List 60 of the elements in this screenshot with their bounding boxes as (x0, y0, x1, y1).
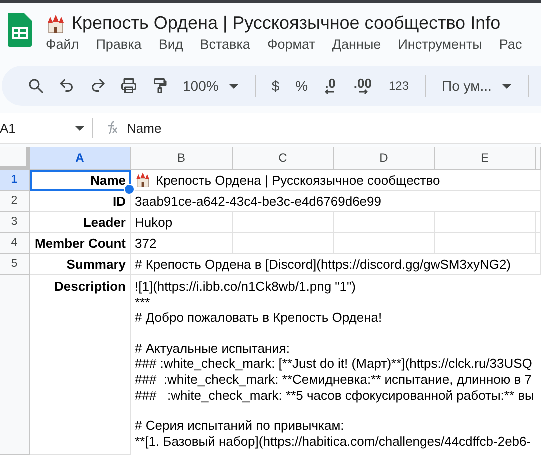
fill-handle[interactable] (124, 184, 135, 195)
percent-button[interactable]: % (288, 72, 316, 100)
column-header[interactable]: E (435, 147, 536, 170)
row-header[interactable]: 5 (0, 254, 30, 275)
column-header[interactable]: C (233, 147, 334, 170)
column-header[interactable]: D (334, 147, 435, 170)
name-box[interactable]: A1 (0, 120, 88, 136)
table-cell: Leader (30, 212, 131, 233)
row-header[interactable]: 1 (0, 170, 30, 191)
zoom-dropdown[interactable]: 100% (175, 72, 247, 100)
row-header[interactable]: 2 (0, 191, 30, 212)
table-cell: Description (30, 275, 131, 455)
number-format-button[interactable]: 123 (380, 72, 418, 100)
left-arrow-icon (325, 88, 336, 94)
description-line: # Актуальные испытания: (135, 340, 290, 356)
row-header[interactable]: 3 (0, 212, 30, 233)
spreadsheet-logo-icon (8, 13, 32, 47)
printer-icon (120, 77, 138, 95)
table-cell: Member Count (30, 233, 131, 254)
description-line: ### :white_check_mark: **5 часов сфокусированной работы:** вы (135, 388, 534, 404)
description-line: # Добро пожаловать в Крепость Ордена! (135, 310, 382, 326)
menu-item[interactable]: Вид (158, 37, 184, 52)
increase-decimal-button[interactable]: .00 (344, 72, 381, 100)
menu-item[interactable]: Инструменты (398, 37, 482, 52)
table-cell: Summary (30, 254, 131, 275)
right-arrow-icon (358, 88, 368, 94)
column-header[interactable]: A (30, 147, 131, 170)
undo-icon (58, 77, 76, 95)
caret-icon (228, 84, 239, 88)
document-title[interactable]: Крепость Ордена | Русскоязычное сообщество Info (72, 13, 501, 34)
description-line: ### :white_check_mark: **Семидневка:** испытание, длинною в 7 (135, 372, 532, 388)
castle-icon (46, 14, 66, 34)
menu-item[interactable]: Данные (332, 37, 382, 52)
menu-item[interactable]: Формат (267, 37, 316, 52)
table-cell: Крепость Ордена | Русскоязычное сообщество (131, 170, 541, 191)
menu-item[interactable]: Вставка (200, 37, 250, 52)
caret-icon (502, 84, 512, 88)
menu-item[interactable]: Файл (46, 37, 80, 52)
description-line: *** (135, 294, 150, 310)
column-header[interactable]: B (131, 147, 233, 170)
caret-icon (75, 126, 85, 130)
description-line: ### :white_check_mark: [**Just do it! (Март)**](https://clck.ru/33USQ (135, 356, 532, 372)
table-cell: Name (30, 170, 131, 191)
description-line: ![1](https://i.ibb.co/n1Ck8wb/1.png "1") (135, 279, 356, 295)
menu-item[interactable]: Правка (96, 37, 142, 52)
table-cell: # Крепость Ордена в [Discord](https://discord.gg/gwSM3xyNG2) (131, 254, 541, 275)
castle-icon (135, 172, 151, 188)
table-cell: Hukop (131, 212, 233, 233)
table-cell: 3aab91ce-a642-43c4-be3c-e4d6769d6e99 (131, 191, 541, 212)
menu-item[interactable]: Рас (499, 37, 522, 52)
formula-value[interactable]: Name (127, 120, 162, 136)
table-cell: 372 (131, 233, 233, 254)
font-dropdown[interactable]: По ум... (434, 72, 520, 100)
decrease-decimal-button[interactable]: .0 (316, 72, 345, 100)
search-icon (26, 77, 44, 95)
row-header[interactable]: 4 (0, 233, 30, 254)
table-cell: ID (30, 191, 131, 212)
description-line: **[1. Базовый набор](https://habitica.com/challenges/44cdffcb-2eb6- (135, 434, 532, 450)
description-line: # Серия испытаний по привычкам: (135, 418, 344, 434)
currency-button[interactable]: $ (264, 72, 288, 100)
